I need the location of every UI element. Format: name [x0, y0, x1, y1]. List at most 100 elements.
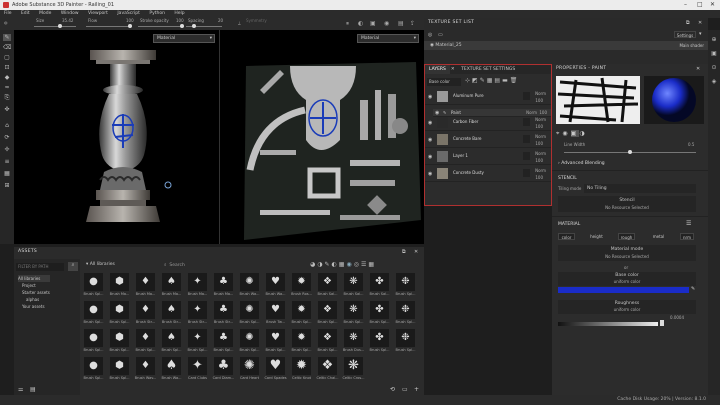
settings-dropdown-icon[interactable]: ▾: [699, 31, 702, 37]
layer-opacity[interactable]: 100: [535, 141, 543, 146]
procedurals-filter-icon[interactable]: ◉: [346, 261, 353, 268]
asset-tile[interactable]: ♠ Brush Ma...: [160, 273, 183, 298]
asset-tile[interactable]: ✤ Brush Spl...: [368, 329, 391, 354]
smudge-icon[interactable]: ≈: [3, 84, 11, 91]
eraser-icon[interactable]: ⌫: [3, 44, 11, 51]
menu-window[interactable]: Window: [61, 11, 79, 16]
texture-set-list-icon[interactable]: ⊕: [710, 36, 718, 44]
material-mode-slot[interactable]: Material mode No Resource Selected: [558, 245, 696, 261]
asset-tile[interactable]: ● Brush Spl...: [82, 301, 105, 326]
panel-close-icon[interactable]: ✕: [698, 20, 702, 26]
history-dock-icon[interactable]: ◈: [710, 78, 718, 86]
new-folder-icon[interactable]: ▭: [402, 386, 408, 393]
filter-icon[interactable]: ⌕: [68, 262, 78, 271]
material-icon[interactable]: ◑: [579, 130, 587, 137]
settings-button[interactable]: Settings: [674, 31, 696, 38]
asset-tile[interactable]: ✹ Brush Ros...: [290, 273, 313, 298]
menu-help[interactable]: Help: [174, 11, 184, 16]
asset-tile[interactable]: ♥ Card Spades: [264, 357, 287, 382]
channel-color-button[interactable]: color: [558, 233, 575, 240]
panel-menu-icon[interactable]: ⧉: [686, 20, 690, 26]
asset-tile[interactable]: ❖ Celtic Chai...: [316, 357, 339, 382]
asset-tile[interactable]: ❖ Brush Sal...: [316, 273, 339, 298]
brush-preset-icon[interactable]: ◍: [4, 20, 8, 25]
menu-javascript[interactable]: JavaScript: [117, 11, 140, 16]
channel-nrm-button[interactable]: nrm: [680, 233, 694, 240]
base-color-swatch[interactable]: [558, 287, 689, 293]
asset-tile[interactable]: ♠ Brush Str...: [160, 301, 183, 326]
menu-file[interactable]: File: [4, 11, 12, 16]
asset-tile[interactable]: ⬢ Brush Ma...: [108, 273, 131, 298]
asset-tile[interactable]: ♦ Brush Wav...: [134, 357, 157, 382]
add-asset-icon[interactable]: +: [414, 386, 419, 393]
color-picker-icon[interactable]: ✎: [691, 286, 695, 292]
asset-tile[interactable]: ✹ Brush Spl...: [290, 329, 313, 354]
camera-icon[interactable]: ◉: [384, 20, 389, 27]
spacing-slider[interactable]: [186, 24, 222, 28]
menu-python[interactable]: Python: [149, 11, 165, 16]
asset-tile[interactable]: ⬢ Brush Spl...: [108, 357, 131, 382]
asset-tile[interactable]: ♠ Brush Spl...: [160, 329, 183, 354]
share-icon[interactable]: ⇪: [410, 20, 415, 27]
menu-edit[interactable]: Edit: [21, 11, 30, 16]
layer-opacity[interactable]: 100: [535, 98, 543, 103]
roughness-slider[interactable]: [558, 322, 658, 326]
layer-blend[interactable]: Norm: [535, 117, 546, 122]
tiling-mode-select[interactable]: No Tiling: [584, 184, 696, 193]
channel-metal-button[interactable]: metal: [650, 233, 667, 240]
material-options-icon[interactable]: ☰: [686, 220, 691, 227]
search-input[interactable]: ⌕ Search: [164, 262, 185, 268]
menu-viewport[interactable]: Viewport: [88, 11, 108, 16]
asset-tile[interactable]: ✺ Brush Spl...: [238, 329, 261, 354]
viewport-2d[interactable]: Material: [219, 30, 424, 244]
delete-icon[interactable]: 🗑: [510, 77, 520, 84]
asset-tile[interactable]: ✤ Brush Sal...: [368, 273, 391, 298]
asset-tile[interactable]: ✹ Celtic Knot: [290, 357, 313, 382]
asset-tile[interactable]: ❖ Brush Spl...: [316, 329, 339, 354]
screenshot-icon[interactable]: ▤: [398, 20, 404, 27]
asset-tile[interactable]: ✺ Brush Spl...: [238, 301, 261, 326]
layer-stack-icon[interactable]: ≡: [3, 158, 11, 165]
tree-item[interactable]: Your assets: [18, 303, 50, 310]
asset-tile[interactable]: ❋ Celtic Cros...: [342, 357, 365, 382]
layers-dock-icon[interactable]: ▣: [710, 50, 718, 58]
render-icon[interactable]: ◐: [358, 20, 363, 27]
maximize-icon[interactable]: □: [697, 0, 703, 10]
display-settings-icon[interactable]: ▣: [370, 20, 376, 27]
asset-tile[interactable]: ✹ Brush Spl...: [290, 301, 313, 326]
path-icon[interactable]: ✢: [3, 146, 11, 153]
asset-tile[interactable]: ✤ Brush Spl...: [368, 301, 391, 326]
color-picker-icon[interactable]: ✜: [3, 106, 11, 113]
tab-close-icon[interactable]: ✕: [450, 65, 456, 74]
alpha-icon[interactable]: ◉: [562, 130, 570, 137]
measure-icon[interactable]: ⟳: [3, 134, 11, 141]
assets-close-icon[interactable]: ✕: [414, 249, 418, 255]
pause-icon[interactable]: ⏸: [346, 20, 349, 28]
smart-materials-filter-icon[interactable]: ◑: [317, 261, 324, 268]
roughness-handle[interactable]: [660, 320, 664, 326]
asset-tile[interactable]: ✦ Brush Spl...: [186, 329, 209, 354]
stroke-opacity-slider[interactable]: [138, 24, 184, 28]
layer-blend[interactable]: Norm: [535, 168, 546, 173]
tab-texture-set-settings[interactable]: TEXTURE SET SETTINGS: [457, 65, 519, 74]
visibility-icon[interactable]: ◉: [428, 120, 432, 126]
asset-tile[interactable]: ✦ Card Clubs: [186, 357, 209, 382]
tree-item[interactable]: Project: [18, 282, 50, 289]
brushes-filter-icon[interactable]: ✎: [325, 261, 332, 268]
asset-tile[interactable]: ♦ Brush Ma...: [134, 273, 157, 298]
geometry-decal-icon[interactable]: ⊡: [3, 64, 11, 71]
asset-tile[interactable]: ⬢ Brush Spl...: [108, 329, 131, 354]
texture-icon[interactable]: ▦: [3, 170, 11, 177]
asset-tile[interactable]: ❉ Brush Spl...: [394, 329, 417, 354]
channel-rough-button[interactable]: rough: [618, 233, 635, 240]
paint-layer-icon[interactable]: ✎: [480, 77, 487, 84]
asset-tile[interactable]: ❉ Brush Spl...: [394, 273, 417, 298]
asset-tile[interactable]: ♦ Brush Spl...: [134, 329, 157, 354]
layer-opacity[interactable]: 100: [535, 175, 543, 180]
menu-mode[interactable]: Mode: [39, 11, 51, 16]
bake-icon[interactable]: ⌂: [3, 122, 11, 129]
channel-height-button[interactable]: height: [588, 233, 605, 240]
asset-tile[interactable]: ⬢ Brush Spl...: [108, 301, 131, 326]
folder-icon[interactable]: ▬: [502, 77, 510, 84]
asset-settings-icon[interactable]: ⚌: [18, 386, 23, 393]
